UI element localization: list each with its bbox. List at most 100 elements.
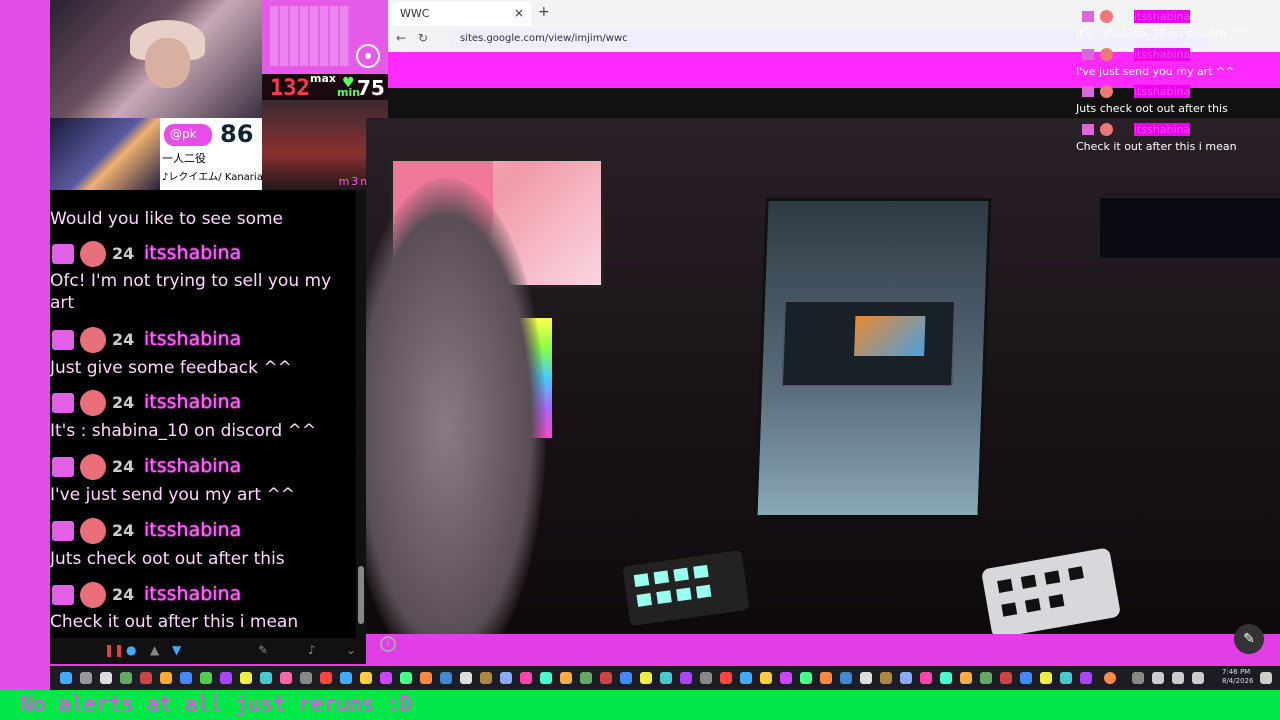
- pencil-icon[interactable]: ✎: [1234, 624, 1264, 654]
- app-icon[interactable]: [1040, 672, 1052, 684]
- task-view-icon[interactable]: [100, 672, 112, 684]
- info-icon[interactable]: i: [380, 636, 396, 652]
- app-icon[interactable]: [880, 672, 892, 684]
- chat-username[interactable]: itsshabina: [144, 391, 241, 413]
- tray-chevron-icon[interactable]: [1132, 672, 1144, 684]
- app-icon[interactable]: [420, 672, 432, 684]
- battery-icon[interactable]: [1192, 672, 1204, 684]
- app-icon[interactable]: [620, 672, 632, 684]
- app-icon[interactable]: [260, 672, 272, 684]
- app-icon[interactable]: [900, 672, 912, 684]
- app-icon[interactable]: [500, 672, 512, 684]
- avatar: [1100, 123, 1113, 136]
- app-icon[interactable]: [200, 672, 212, 684]
- app-icon[interactable]: [140, 672, 152, 684]
- video-feed[interactable]: [366, 118, 1280, 634]
- app-icon[interactable]: [940, 672, 952, 684]
- chevron-down-icon[interactable]: ⌄: [346, 643, 356, 657]
- volume-icon[interactable]: ♪: [308, 643, 316, 657]
- overlay-chat: itsshabina It's : shabina_10 on discord …: [1076, 0, 1280, 160]
- app-icon[interactable]: [360, 672, 372, 684]
- taskbar: [50, 666, 1280, 690]
- sub-badge: 24: [112, 457, 135, 476]
- volume-icon[interactable]: [1172, 672, 1184, 684]
- tab-wwc[interactable]: WWC ×: [392, 2, 532, 26]
- bell-icon[interactable]: ▲: [150, 643, 159, 657]
- back-button[interactable]: ←: [396, 31, 406, 45]
- app-icon[interactable]: [700, 672, 712, 684]
- app-icon[interactable]: [1020, 672, 1032, 684]
- app-icon[interactable]: [520, 672, 532, 684]
- app-icon[interactable]: [240, 672, 252, 684]
- app-icon[interactable]: [160, 672, 172, 684]
- chat-icon[interactable]: ●: [126, 643, 136, 657]
- app-icon[interactable]: [340, 672, 352, 684]
- app-icon[interactable]: [440, 672, 452, 684]
- close-icon[interactable]: ×: [514, 6, 524, 20]
- network-icon[interactable]: [1152, 672, 1164, 684]
- app-icon[interactable]: [120, 672, 132, 684]
- chat-username[interactable]: itsshabina: [144, 328, 241, 350]
- chat-username[interactable]: itsshabina: [144, 455, 241, 477]
- app-icon[interactable]: [1060, 672, 1072, 684]
- app-icon[interactable]: [860, 672, 872, 684]
- app-icon[interactable]: [640, 672, 652, 684]
- sub-badge: 24: [112, 330, 135, 349]
- app-icon[interactable]: [300, 672, 312, 684]
- app-icon[interactable]: [800, 672, 812, 684]
- app-icon[interactable]: [560, 672, 572, 684]
- app-icon[interactable]: [480, 672, 492, 684]
- overlay-username: itsshabina: [1134, 48, 1191, 61]
- reload-button[interactable]: ↻: [418, 31, 428, 45]
- app-icon[interactable]: [320, 672, 332, 684]
- now-playing-badge: @pk: [164, 124, 212, 146]
- chat-username[interactable]: itsshabina: [144, 242, 241, 264]
- app-icon[interactable]: [820, 672, 832, 684]
- chat-username[interactable]: itsshabina: [144, 519, 241, 541]
- chat-scrollbar-thumb[interactable]: [358, 566, 364, 624]
- app-icon[interactable]: [540, 672, 552, 684]
- now-playing-line1: 一人二役: [162, 152, 206, 165]
- app-icon[interactable]: [180, 672, 192, 684]
- app-icon[interactable]: [840, 672, 852, 684]
- overlay-username: itsshabina: [1134, 123, 1191, 136]
- chat-message: Would you like to see some: [50, 209, 284, 229]
- app-icon[interactable]: [600, 672, 612, 684]
- app-icon[interactable]: [1000, 672, 1012, 684]
- new-tab-button[interactable]: +: [538, 4, 550, 20]
- app-icon[interactable]: [580, 672, 592, 684]
- app-icon[interactable]: [400, 672, 412, 684]
- circle-icon: [356, 44, 380, 68]
- app-icon[interactable]: [720, 672, 732, 684]
- brush-icon[interactable]: ✎: [258, 643, 268, 657]
- avatar: [80, 454, 106, 480]
- overlay-username: itsshabina: [1134, 85, 1191, 98]
- app-icon[interactable]: [1104, 672, 1116, 684]
- twitch-badge-icon: [1082, 124, 1094, 135]
- taskbar-clock[interactable]: 7:46 PM 8/4/2026: [1222, 668, 1253, 686]
- app-icon[interactable]: [660, 672, 672, 684]
- app-icon[interactable]: [220, 672, 232, 684]
- twitch-badge-icon: [52, 585, 74, 605]
- pause-icon[interactable]: ❚❚: [104, 643, 124, 657]
- app-icon[interactable]: [920, 672, 932, 684]
- app-icon[interactable]: [760, 672, 772, 684]
- start-icon[interactable]: [60, 672, 72, 684]
- chat-username[interactable]: itsshabina: [144, 583, 241, 605]
- keyboard-overlay: [262, 0, 388, 74]
- app-icon[interactable]: [280, 672, 292, 684]
- app-icon[interactable]: [960, 672, 972, 684]
- app-icon[interactable]: [680, 672, 692, 684]
- app-icon[interactable]: [980, 672, 992, 684]
- app-icon[interactable]: [460, 672, 472, 684]
- search-icon[interactable]: [80, 672, 92, 684]
- app-icon[interactable]: [1080, 672, 1092, 684]
- chat-scrollbar[interactable]: [356, 190, 366, 638]
- now-playing-number: 86: [220, 120, 254, 148]
- filter-icon[interactable]: ▼: [172, 643, 181, 657]
- notification-icon[interactable]: [1260, 672, 1272, 684]
- sub-badge: 24: [112, 521, 135, 540]
- app-icon[interactable]: [740, 672, 752, 684]
- app-icon[interactable]: [780, 672, 792, 684]
- app-icon[interactable]: [380, 672, 392, 684]
